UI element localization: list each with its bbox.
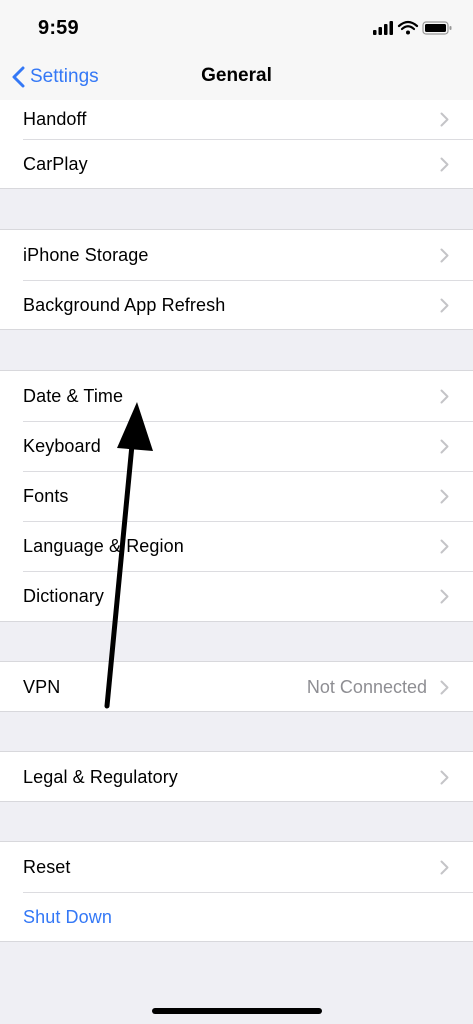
- vpn-status-value: Not Connected: [306, 676, 427, 697]
- wifi-icon: [397, 20, 419, 35]
- row-label: iPhone Storage: [23, 244, 149, 265]
- chevron-right-icon: [440, 589, 449, 604]
- page-title: General: [201, 65, 272, 86]
- row-label: VPN: [23, 676, 61, 697]
- chevron-right-icon: [440, 157, 449, 172]
- chevron-right-icon: [440, 248, 449, 263]
- chevron-right-icon: [440, 539, 449, 554]
- row-label: CarPlay: [23, 153, 88, 174]
- cellular-signal-icon: [373, 21, 393, 35]
- row-label: Handoff: [23, 109, 87, 129]
- row-label: Shut Down: [23, 906, 112, 927]
- settings-group-legal: Legal & Regulatory: [0, 751, 473, 802]
- row-label: Keyboard: [23, 435, 101, 456]
- row-carplay[interactable]: CarPlay: [0, 139, 473, 189]
- chevron-right-icon: [440, 439, 449, 454]
- row-language-region[interactable]: Language & Region: [0, 521, 473, 571]
- chevron-right-icon: [440, 112, 449, 127]
- row-keyboard[interactable]: Keyboard: [0, 421, 473, 471]
- row-label: Language & Region: [23, 535, 184, 556]
- settings-group-vpn: VPN Not Connected: [0, 661, 473, 712]
- chevron-right-icon: [440, 680, 449, 695]
- status-bar: 9:59: [0, 0, 473, 56]
- row-legal-regulatory[interactable]: Legal & Regulatory: [0, 752, 473, 802]
- chevron-right-icon: [440, 860, 449, 875]
- status-time: 9:59: [38, 17, 79, 39]
- navigation-bar: Settings General: [0, 56, 473, 100]
- row-label: Legal & Regulatory: [23, 766, 178, 787]
- row-label: Dictionary: [23, 585, 105, 606]
- chevron-right-icon: [440, 389, 449, 404]
- row-dictionary[interactable]: Dictionary: [0, 571, 473, 621]
- row-label: Reset: [23, 856, 71, 877]
- row-label: Fonts: [23, 485, 69, 506]
- row-background-app-refresh[interactable]: Background App Refresh: [0, 280, 473, 330]
- status-icons: [373, 18, 453, 38]
- row-label: Background App Refresh: [23, 294, 226, 315]
- settings-group-reset: Reset Shut Down: [0, 841, 473, 942]
- row-iphone-storage[interactable]: iPhone Storage: [0, 230, 473, 280]
- settings-group-locale: Date & Time Keyboard Fonts Language & Re…: [0, 370, 473, 622]
- settings-group-storage: iPhone Storage Background App Refresh: [0, 229, 473, 330]
- home-indicator[interactable]: [152, 1008, 322, 1014]
- row-fonts[interactable]: Fonts: [0, 471, 473, 521]
- row-handoff[interactable]: Handoff: [0, 100, 473, 139]
- row-date-time[interactable]: Date & Time: [0, 371, 473, 421]
- chevron-right-icon: [440, 770, 449, 785]
- row-reset[interactable]: Reset: [0, 842, 473, 892]
- row-vpn[interactable]: VPN Not Connected: [0, 662, 473, 712]
- row-label: Date & Time: [23, 385, 124, 406]
- chevron-right-icon: [440, 298, 449, 313]
- battery-icon: [422, 21, 452, 35]
- shut-down-button[interactable]: Shut Down: [0, 892, 473, 942]
- chevron-right-icon: [440, 489, 449, 504]
- settings-group-continuity: Handoff CarPlay: [0, 100, 473, 189]
